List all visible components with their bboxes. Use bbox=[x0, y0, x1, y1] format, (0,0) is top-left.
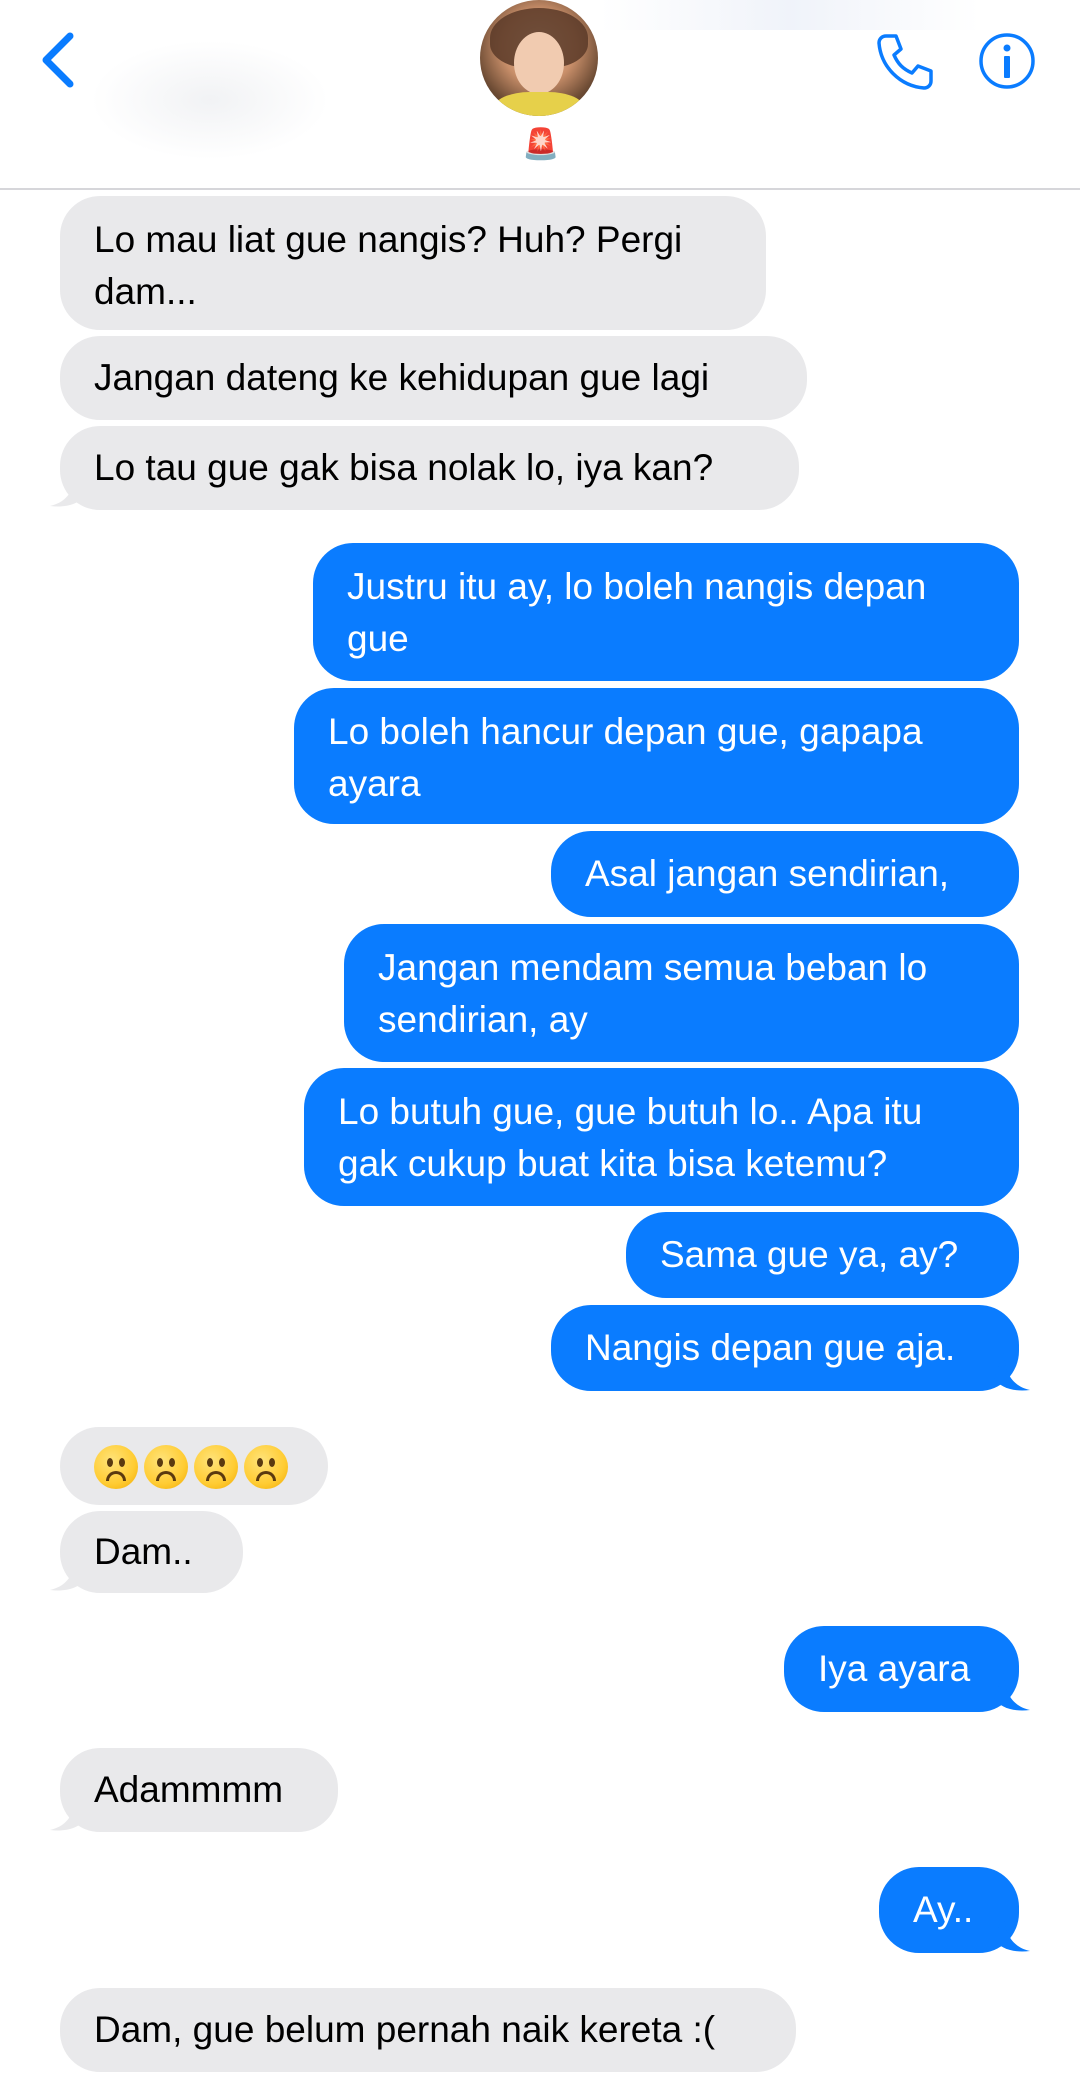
call-button[interactable] bbox=[872, 30, 936, 94]
received-emoji-bubble[interactable]: ☹️☹️☹️☹️ bbox=[60, 1427, 328, 1505]
message-tail bbox=[994, 1913, 1030, 1952]
message-text: Asal jangan sendirian, bbox=[585, 853, 950, 894]
message-text: Lo boleh hancur depan gue, gapapa ayara bbox=[328, 711, 923, 804]
received-message-bubble[interactable]: Lo mau liat gue nangis? Huh? Pergi dam..… bbox=[60, 196, 766, 330]
received-message-bubble[interactable]: Jangan dateng ke kehidupan gue lagi bbox=[60, 336, 807, 420]
message-text: Nangis depan gue aja. bbox=[585, 1327, 956, 1368]
sent-message-bubble[interactable]: Asal jangan sendirian, bbox=[551, 831, 1019, 917]
message-text: Lo butuh gue, gue butuh lo.. Apa itu gak… bbox=[338, 1091, 923, 1184]
contact-name-emoji[interactable]: 🚨 bbox=[522, 126, 559, 164]
header-blur bbox=[90, 40, 330, 160]
sent-message-bubble[interactable]: Jangan mendam semua beban lo sendirian, … bbox=[344, 924, 1019, 1062]
header-blur-top bbox=[600, 0, 980, 30]
message-tail bbox=[50, 1792, 86, 1831]
conversation-header: 🚨 bbox=[0, 0, 1080, 190]
message-text: Dam, gue belum pernah naik kereta :( bbox=[94, 2009, 716, 2050]
received-message-bubble[interactable]: Adammmm bbox=[60, 1748, 338, 1832]
info-button[interactable] bbox=[978, 32, 1036, 90]
message-text: Sama gue ya, ay? bbox=[660, 1234, 959, 1275]
sent-message-bubble[interactable]: Nangis depan gue aja. bbox=[551, 1305, 1019, 1391]
received-message-bubble[interactable]: Dam, gue belum pernah naik kereta :( bbox=[60, 1988, 796, 2072]
sent-message-bubble[interactable]: Iya ayara bbox=[784, 1626, 1019, 1712]
message-tail bbox=[994, 1352, 1030, 1391]
message-text: Lo tau gue gak bisa nolak lo, iya kan? bbox=[94, 447, 714, 488]
sent-message-bubble[interactable]: Lo boleh hancur depan gue, gapapa ayara bbox=[294, 688, 1019, 824]
message-text: Adammmm bbox=[94, 1769, 284, 1810]
frowning-face-icon bbox=[94, 1445, 138, 1489]
avatar-shirt bbox=[494, 92, 584, 116]
frowning-face-icon bbox=[244, 1445, 288, 1489]
message-text: Ay.. bbox=[913, 1889, 974, 1930]
message-text: Iya ayara bbox=[818, 1648, 971, 1689]
message-tail bbox=[50, 468, 86, 507]
chevron-left-icon bbox=[42, 32, 74, 88]
frowning-face-icon bbox=[144, 1445, 188, 1489]
avatar-face bbox=[514, 32, 564, 94]
message-text: Lo mau liat gue nangis? Huh? Pergi dam..… bbox=[94, 219, 683, 312]
message-text: Jangan mendam semua beban lo sendirian, … bbox=[378, 947, 928, 1040]
message-tail bbox=[50, 1552, 86, 1591]
phone-icon bbox=[877, 34, 933, 90]
message-tail bbox=[994, 1672, 1030, 1711]
sent-message-bubble[interactable]: Justru itu ay, lo boleh nangis depan gue bbox=[313, 543, 1019, 681]
contact-avatar[interactable] bbox=[480, 0, 598, 116]
received-message-bubble[interactable]: Lo tau gue gak bisa nolak lo, iya kan? bbox=[60, 426, 799, 510]
message-text: Justru itu ay, lo boleh nangis depan gue bbox=[347, 566, 927, 659]
info-icon bbox=[979, 33, 1035, 89]
back-button[interactable] bbox=[34, 28, 84, 92]
sent-message-bubble[interactable]: Sama gue ya, ay? bbox=[626, 1212, 1019, 1298]
message-text: Jangan dateng ke kehidupan gue lagi bbox=[94, 357, 710, 398]
sent-message-bubble[interactable]: Lo butuh gue, gue butuh lo.. Apa itu gak… bbox=[304, 1068, 1019, 1206]
frowning-face-icon bbox=[194, 1445, 238, 1489]
received-message-bubble[interactable]: Dam.. bbox=[60, 1511, 243, 1593]
message-text: Dam.. bbox=[94, 1531, 193, 1572]
